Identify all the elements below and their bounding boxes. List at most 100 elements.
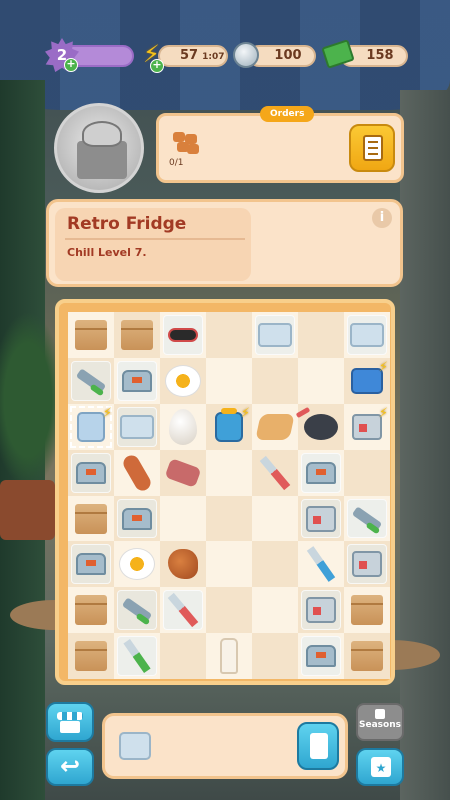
board-cell[interactable] xyxy=(68,312,114,358)
mallet-icon[interactable] xyxy=(121,597,153,623)
board-cell[interactable] xyxy=(114,495,160,542)
crepe-icon[interactable] xyxy=(255,413,295,440)
board-cell[interactable]: ⚡ xyxy=(344,403,390,450)
toaster-icon[interactable] xyxy=(352,551,382,578)
egg-fried-icon[interactable] xyxy=(119,548,155,581)
spatula-icon[interactable] xyxy=(167,593,199,628)
board-cell[interactable] xyxy=(344,633,390,680)
sausage-icon[interactable] xyxy=(120,452,154,494)
board-cell[interactable] xyxy=(252,403,298,450)
tray-icon[interactable] xyxy=(258,322,292,347)
bacon-icon[interactable] xyxy=(164,457,202,488)
toaster-icon[interactable] xyxy=(306,505,336,532)
mallet-icon[interactable] xyxy=(75,368,107,394)
board-cell[interactable] xyxy=(298,541,344,588)
ladle-icon[interactable] xyxy=(123,639,151,674)
board-cell[interactable] xyxy=(252,541,298,588)
board-cell[interactable] xyxy=(252,633,298,680)
waffle-icon[interactable] xyxy=(168,327,198,342)
box-icon[interactable] xyxy=(351,641,383,672)
grater-icon[interactable] xyxy=(76,461,106,484)
board-cell[interactable] xyxy=(252,449,298,496)
board-cell[interactable] xyxy=(344,312,390,358)
board-cell[interactable]: ⚡ xyxy=(344,357,390,404)
calendar-button[interactable]: ★ xyxy=(356,748,404,786)
fork-icon[interactable] xyxy=(306,546,336,583)
board-cell[interactable] xyxy=(160,495,206,542)
energy-plus-icon[interactable]: + xyxy=(150,59,164,73)
board-cell[interactable] xyxy=(68,587,114,634)
board-cell[interactable]: ⚡ xyxy=(68,403,114,450)
grater-icon[interactable] xyxy=(122,507,152,530)
pan-icon[interactable] xyxy=(304,413,338,440)
board-cell[interactable] xyxy=(298,495,344,542)
egg-icon[interactable] xyxy=(169,408,197,445)
board-cell[interactable] xyxy=(252,357,298,404)
box-icon[interactable] xyxy=(75,319,107,350)
board-cell[interactable] xyxy=(160,587,206,634)
board-cell[interactable] xyxy=(68,633,114,680)
board-cell[interactable] xyxy=(344,541,390,588)
board-cell[interactable] xyxy=(206,633,252,680)
drum-icon[interactable] xyxy=(168,549,198,580)
retro-fridge-button[interactable] xyxy=(297,722,339,770)
tray-icon[interactable] xyxy=(350,322,384,347)
board-cell[interactable] xyxy=(114,587,160,634)
board-cell[interactable] xyxy=(298,633,344,680)
undo-button[interactable]: ↩ xyxy=(46,748,94,786)
board-cell[interactable] xyxy=(252,312,298,358)
board-cell[interactable] xyxy=(68,495,114,542)
seasons-button[interactable]: Seasons xyxy=(356,703,404,741)
board-cell[interactable] xyxy=(114,449,160,496)
board-cell[interactable] xyxy=(68,449,114,496)
box-icon[interactable] xyxy=(75,595,107,626)
board-cell[interactable] xyxy=(160,633,206,680)
board-cell[interactable] xyxy=(114,633,160,680)
board-cell[interactable] xyxy=(114,403,160,450)
board-cell[interactable] xyxy=(298,587,344,634)
fridge-icon[interactable] xyxy=(77,411,105,442)
board-cell[interactable] xyxy=(68,541,114,588)
board-cell[interactable] xyxy=(114,357,160,404)
board-cell[interactable] xyxy=(344,587,390,634)
tray-icon[interactable] xyxy=(120,414,154,439)
order-item-icon[interactable] xyxy=(171,130,201,156)
board-cell[interactable] xyxy=(206,449,252,496)
grater-icon[interactable] xyxy=(306,461,336,484)
shop-button[interactable] xyxy=(46,702,94,742)
energy-counter[interactable]: 57 1:07 xyxy=(158,45,228,67)
milk-icon[interactable] xyxy=(220,638,238,675)
board-cell[interactable] xyxy=(206,541,252,588)
board-cell[interactable] xyxy=(206,312,252,358)
egg-fried-icon[interactable] xyxy=(165,364,201,397)
board-cell[interactable] xyxy=(160,403,206,450)
board-cell[interactable] xyxy=(160,449,206,496)
level-plus-icon[interactable]: + xyxy=(64,58,78,72)
board-cell[interactable] xyxy=(114,541,160,588)
board-cell[interactable]: ⚡ xyxy=(206,403,252,450)
board-cell[interactable] xyxy=(206,587,252,634)
orders-list-button[interactable] xyxy=(349,124,395,172)
board-cell[interactable] xyxy=(252,587,298,634)
board-cell[interactable] xyxy=(160,357,206,404)
board-cell[interactable] xyxy=(252,495,298,542)
board-cell[interactable] xyxy=(206,357,252,404)
board-cell[interactable] xyxy=(298,312,344,358)
jar-icon[interactable] xyxy=(215,407,243,442)
grater-icon[interactable] xyxy=(306,645,336,668)
box-icon[interactable] xyxy=(121,319,153,350)
board-cell[interactable] xyxy=(298,357,344,404)
board-cell[interactable] xyxy=(206,495,252,542)
board-cell[interactable] xyxy=(114,312,160,358)
grater-icon[interactable] xyxy=(122,369,152,392)
board-cell[interactable] xyxy=(68,357,114,404)
board-cell[interactable] xyxy=(344,449,390,496)
grater-icon[interactable] xyxy=(76,553,106,576)
box-icon[interactable] xyxy=(351,595,383,626)
board-cell[interactable] xyxy=(298,449,344,496)
board-cell[interactable] xyxy=(344,495,390,542)
board-cell[interactable] xyxy=(160,541,206,588)
board-cell[interactable] xyxy=(298,403,344,450)
inventory-item-tray[interactable] xyxy=(119,732,151,760)
box-icon[interactable] xyxy=(75,641,107,672)
